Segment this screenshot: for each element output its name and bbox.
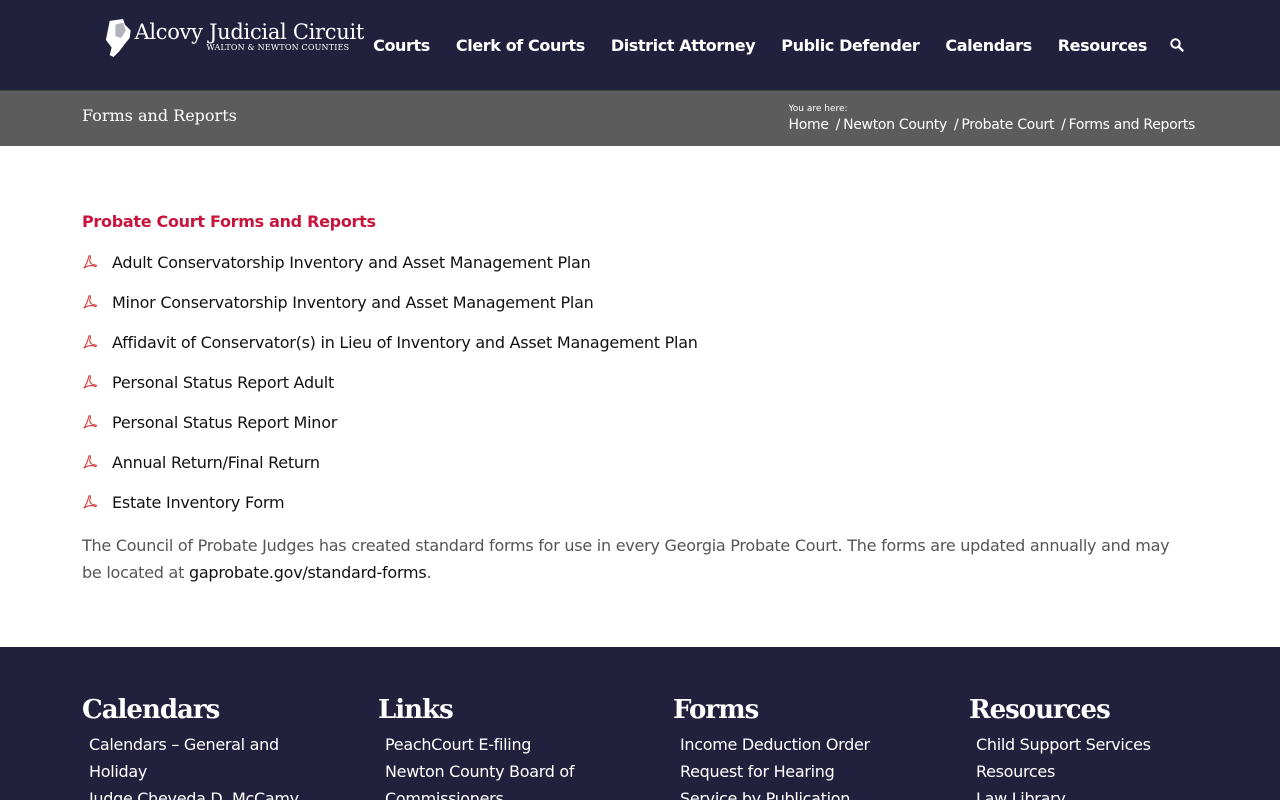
footer-link[interactable]: Resources	[976, 758, 1196, 785]
footer-link[interactable]: Judge Cheveda D. McCamy	[89, 785, 309, 800]
breadcrumb-label: You are here:	[788, 104, 848, 114]
form-link[interactable]: Affidavit of Conservator(s) in Lieu of I…	[112, 333, 698, 352]
footer-link[interactable]: Income Deduction Order	[680, 731, 900, 758]
form-link[interactable]: Minor Conservatorship Inventory and Asse…	[112, 293, 594, 312]
list-item: Adult Conservatorship Inventory and Asse…	[82, 242, 1198, 282]
footer-column-links: Links PeachCourt E-filing Newton County …	[378, 693, 658, 800]
gaprobate-link[interactable]: gaprobate.gov/standard-forms	[189, 563, 427, 582]
footer-heading: Forms	[673, 695, 759, 725]
breadcrumb-separator: /	[953, 117, 959, 133]
search-icon[interactable]	[1169, 37, 1185, 53]
footer-link[interactable]: Calendars – General and Holiday	[89, 731, 309, 785]
pdf-icon	[83, 375, 97, 389]
breadcrumb-newton-county[interactable]: Newton County	[843, 115, 947, 135]
list-item: Personal Status Report Minor	[82, 402, 1198, 442]
nav-resources[interactable]: Resources	[1058, 36, 1148, 55]
georgia-map-icon	[105, 18, 131, 58]
site-logo[interactable]: Alcovy Judicial Circuit WALTON & NEWTON …	[104, 16, 364, 62]
form-link[interactable]: Estate Inventory Form	[112, 493, 285, 512]
nav-calendars[interactable]: Calendars	[945, 36, 1032, 55]
main-nav: Courts Clerk of Courts District Attorney…	[347, 0, 1185, 90]
footer-heading: Links	[378, 695, 454, 725]
footer-link[interactable]: Law Library	[976, 785, 1196, 800]
pdf-icon	[83, 255, 97, 269]
site-footer: Calendars Calendars – General and Holida…	[0, 647, 1280, 800]
footer-column-resources: Resources Child Support Services Resourc…	[969, 693, 1249, 800]
breadcrumb-separator: /	[1061, 117, 1066, 133]
page-title: Forms and Reports	[82, 106, 237, 125]
footer-column-calendars: Calendars Calendars – General and Holida…	[82, 693, 362, 800]
breadcrumb: You are here: Home / Newton County / Pro…	[788, 103, 1195, 135]
form-link[interactable]: Adult Conservatorship Inventory and Asse…	[112, 253, 591, 272]
footer-link[interactable]: Child Support Services	[976, 731, 1196, 758]
nav-district-attorney[interactable]: District Attorney	[611, 36, 756, 55]
pdf-icon	[83, 455, 97, 469]
form-link[interactable]: Personal Status Report Minor	[112, 413, 337, 432]
pdf-icon	[83, 335, 97, 349]
footer-heading: Resources	[969, 695, 1111, 725]
pdf-icon	[83, 415, 97, 429]
footer-link[interactable]: PeachCourt E-filing	[385, 731, 605, 758]
footer-link[interactable]: Newton County Board of Commissioners	[385, 758, 605, 800]
breadcrumb-probate-court[interactable]: Probate Court	[961, 115, 1054, 135]
footer-link[interactable]: Request for Hearing	[680, 758, 900, 785]
title-bar: Forms and Reports You are here: Home / N…	[0, 90, 1280, 146]
list-item: Estate Inventory Form	[82, 482, 1198, 522]
nav-courts[interactable]: Courts	[373, 36, 430, 55]
form-link[interactable]: Personal Status Report Adult	[112, 373, 334, 392]
forms-list: Adult Conservatorship Inventory and Asse…	[82, 242, 1198, 522]
main-content: Probate Court Forms and Reports Adult Co…	[82, 212, 1198, 586]
breadcrumb-home[interactable]: Home	[788, 115, 828, 135]
form-link[interactable]: Annual Return/Final Return	[112, 453, 320, 472]
nav-public-defender[interactable]: Public Defender	[781, 36, 920, 55]
breadcrumb-separator: /	[835, 117, 841, 133]
list-item: Affidavit of Conservator(s) in Lieu of I…	[82, 322, 1198, 362]
footer-link[interactable]: Service by Publication Forms	[680, 785, 900, 800]
logo-title: Alcovy Judicial Circuit	[134, 20, 364, 44]
standard-forms-note: The Council of Probate Judges has create…	[82, 532, 1182, 586]
breadcrumb-current: Forms and Reports	[1068, 117, 1196, 133]
logo-subtitle: WALTON & NEWTON COUNTIES	[206, 43, 350, 52]
note-period: .	[426, 563, 432, 582]
section-title: Probate Court Forms and Reports	[82, 212, 376, 231]
list-item: Minor Conservatorship Inventory and Asse…	[82, 282, 1198, 322]
list-item: Annual Return/Final Return	[82, 442, 1198, 482]
nav-clerk-of-courts[interactable]: Clerk of Courts	[456, 36, 585, 55]
footer-heading: Calendars	[82, 695, 220, 725]
site-header: Alcovy Judicial Circuit WALTON & NEWTON …	[0, 0, 1280, 90]
pdf-icon	[83, 295, 97, 309]
list-item: Personal Status Report Adult	[82, 362, 1198, 402]
footer-column-forms: Forms Income Deduction Order Request for…	[673, 693, 953, 800]
pdf-icon	[83, 495, 97, 509]
